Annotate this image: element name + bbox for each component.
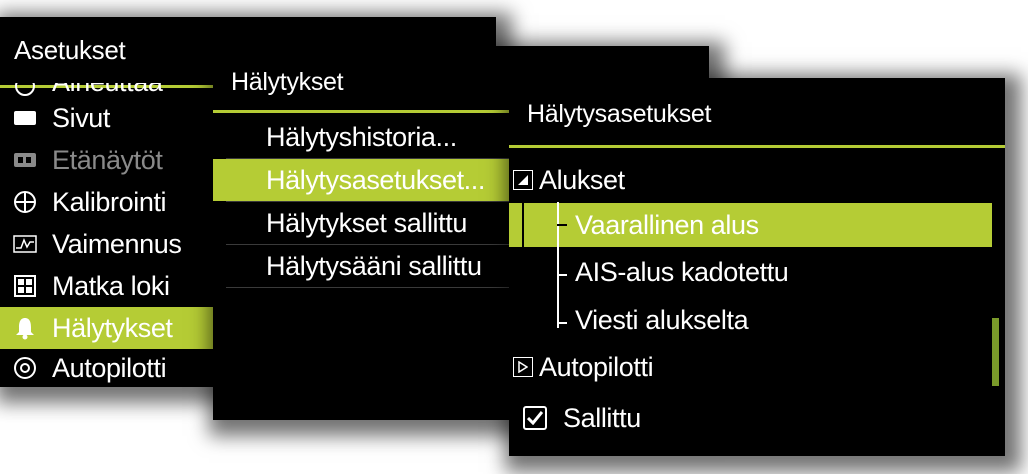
tree-item-message-from-vessel[interactable]: Viesti alukselta (509, 298, 1005, 342)
tree-item-ais-vessel-lost[interactable]: AIS-alus kadotettu (509, 250, 1005, 294)
tree-item-label: Vaarallinen alus (575, 209, 759, 240)
autopilot-icon (12, 355, 38, 381)
tree-connector-tick (557, 224, 567, 226)
title-divider (509, 145, 1005, 148)
alarm-settings-panel-title: Hälytysasetukset (527, 100, 712, 128)
tree-connector-tick (557, 274, 567, 276)
scrollbar-thumb[interactable] (992, 318, 999, 386)
menu-item-label: Matka loki (52, 270, 170, 301)
trip-log-icon (12, 273, 38, 299)
tree-group-label: Autopilotti (539, 351, 654, 382)
tree-group-autopilot[interactable]: Autopilotti (509, 345, 1005, 389)
menu-item-label: Kalibrointi (52, 186, 167, 217)
menu-item-label: Autopilotti (52, 352, 167, 383)
enabled-checkbox[interactable] (523, 406, 547, 430)
alarm-settings-panel: Hälytysasetukset Alukset Vaarallinen alu… (509, 78, 1005, 456)
tree-group-label: Alukset (539, 164, 625, 195)
tree-connector-tick (557, 322, 567, 324)
menu-item-label: Hälytykset (52, 312, 173, 343)
collapse-triangle-icon[interactable] (513, 170, 533, 190)
tree-item-dangerous-vessel[interactable]: Vaarallinen alus (509, 203, 992, 247)
bell-icon (12, 315, 38, 341)
menu-item-label: Aiheuttaa (52, 83, 163, 98)
menu-item-label: Hälytysääni sallittu (266, 250, 482, 281)
tree-group-vessels[interactable]: Alukset (509, 158, 1005, 202)
crosshair-icon (12, 189, 38, 215)
tree-connector (557, 202, 559, 328)
enabled-label: Sallittu (563, 402, 641, 433)
menu-item-label: Vaimennus (52, 228, 182, 259)
tree-connector (522, 202, 524, 248)
menu-item-label: Sivut (52, 102, 111, 133)
waveform-icon (12, 231, 38, 257)
menu-item-label: Hälytyshistoria... (266, 121, 457, 152)
display-icon (12, 105, 38, 131)
tree-item-label: AIS-alus kadotettu (575, 256, 789, 287)
menu-item-label: Hälytysasetukset... (266, 164, 485, 195)
tree-item-label: Viesti alukselta (575, 304, 749, 335)
expand-triangle-icon[interactable] (513, 357, 533, 377)
remote-display-icon (12, 147, 38, 173)
menu-item-label: Hälytykset sallittu (266, 207, 467, 238)
enabled-checkbox-row[interactable]: Sallittu (509, 396, 1005, 440)
menu-item-label: Etänäytöt (52, 144, 163, 175)
